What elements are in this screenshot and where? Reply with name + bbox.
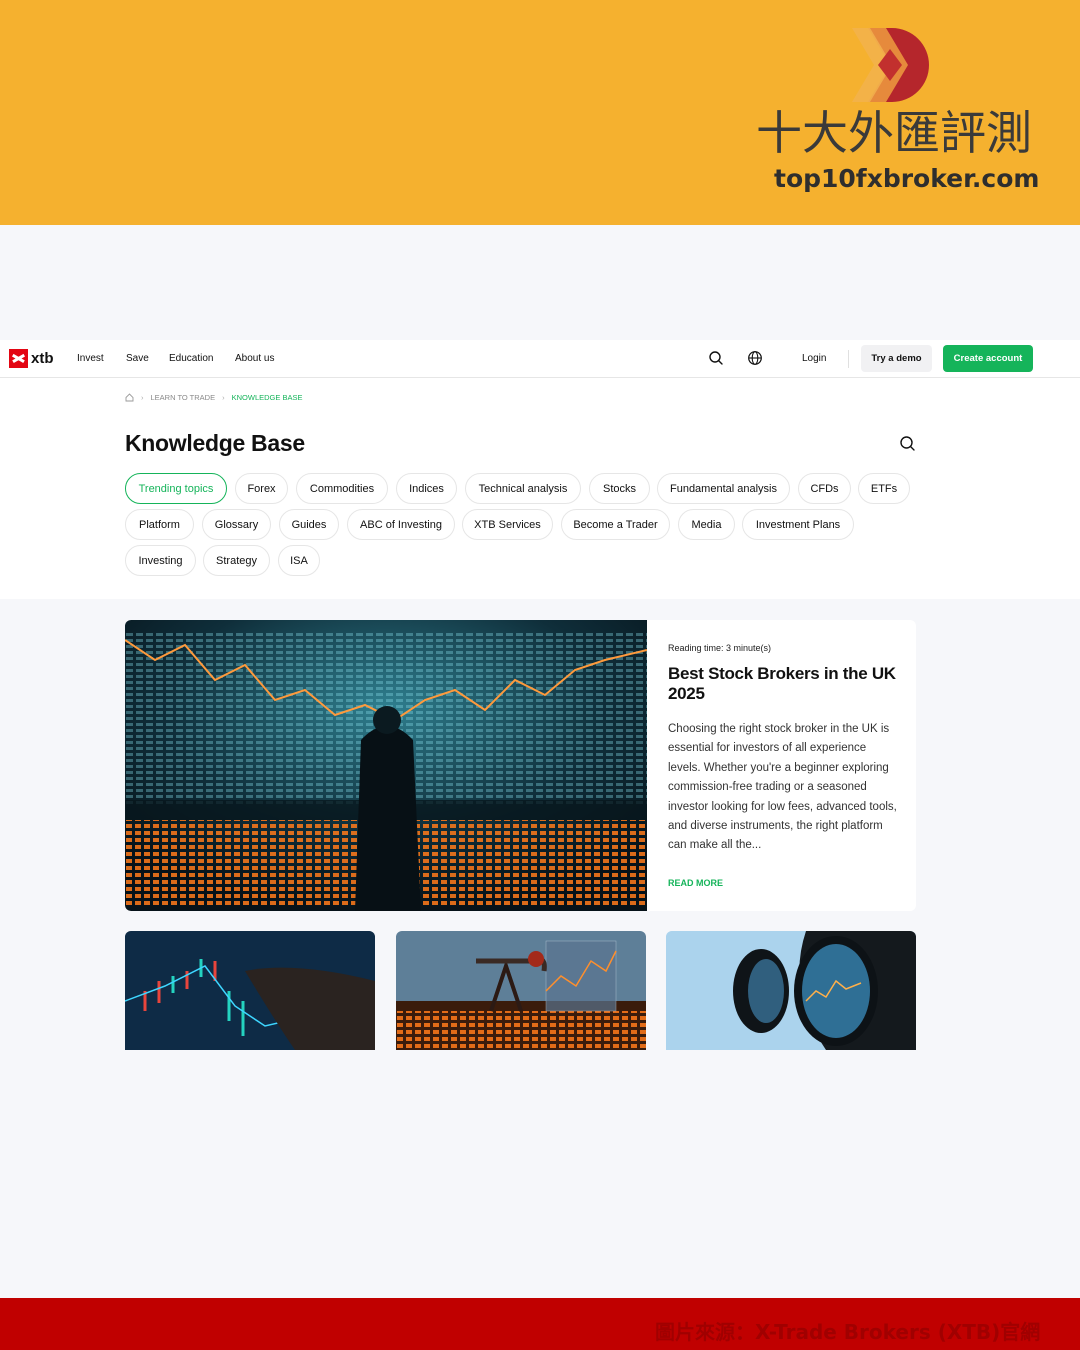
xtb-logo[interactable]: xtb <box>9 349 54 368</box>
home-icon[interactable] <box>125 393 134 402</box>
image-source-caption: 圖片來源：X-Trade Brokers (XTB)官網 <box>655 1320 1041 1344</box>
topic-chip[interactable]: XTB Services <box>462 509 553 540</box>
breadcrumb: › LEARN TO TRADE › KNOWLEDGE BASE <box>125 393 302 402</box>
topic-chip[interactable]: ABC of Investing <box>347 509 455 540</box>
topic-chip[interactable]: Investment Plans <box>742 509 854 540</box>
topic-chip[interactable]: CFDs <box>798 473 851 504</box>
article-thumbnail-chart-hand[interactable] <box>125 931 375 1050</box>
read-more-link[interactable]: READ MORE <box>668 878 723 888</box>
create-account-button[interactable]: Create account <box>943 345 1033 372</box>
brand-chinese-name: 十大外匯評測 <box>756 106 1032 160</box>
article-thumbnail-binoculars[interactable] <box>666 931 916 1050</box>
topic-chip[interactable]: ETFs <box>858 473 910 504</box>
nav-divider <box>848 350 849 368</box>
xtb-wordmark: xtb <box>31 350 54 367</box>
article-excerpt: Choosing the right stock broker in the U… <box>668 723 897 852</box>
brand-url: top10fxbroker.com <box>774 164 1040 193</box>
nav-invest[interactable]: Invest <box>77 353 104 364</box>
breadcrumb-chevron-icon: › <box>222 393 225 402</box>
page-title: Knowledge Base <box>125 430 305 456</box>
topic-chip[interactable]: Forex <box>235 473 288 504</box>
topic-chip[interactable]: Strategy <box>203 545 270 576</box>
article-title[interactable]: Best Stock Brokers in the UK 2025 <box>668 664 903 704</box>
login-link[interactable]: Login <box>802 353 826 364</box>
top-banner: 十大外匯評測 top10fxbroker.com <box>0 0 1080 225</box>
knowledge-base-header: › LEARN TO TRADE › KNOWLEDGE BASE Knowle… <box>0 378 1080 599</box>
brand-logo-icon <box>852 28 929 102</box>
reading-time: Reading time: 3 minute(s) <box>668 643 772 653</box>
topic-chip[interactable]: Fundamental analysis <box>657 473 790 504</box>
topic-chip[interactable]: Become a Trader <box>561 509 670 540</box>
topic-chip[interactable]: Investing <box>125 545 196 576</box>
search-icon[interactable] <box>899 435 916 452</box>
topic-chip-trending[interactable]: Trending topics <box>125 473 227 504</box>
search-icon[interactable] <box>708 350 724 366</box>
trading-floor-image <box>125 620 647 911</box>
featured-article-card[interactable]: Reading time: 3 minute(s) Best Stock Bro… <box>125 620 916 911</box>
topic-chip[interactable]: Platform <box>125 509 194 540</box>
topic-chip[interactable]: Guides <box>279 509 339 540</box>
breadcrumb-knowledge-base: KNOWLEDGE BASE <box>231 393 303 402</box>
try-demo-button[interactable]: Try a demo <box>861 345 932 372</box>
article-thumbnail-oil-pump[interactable] <box>396 931 646 1050</box>
nav-save[interactable]: Save <box>126 353 149 364</box>
topic-chip[interactable]: Stocks <box>589 473 650 504</box>
topic-chip[interactable]: ISA <box>278 545 320 576</box>
topic-chip[interactable]: Technical analysis <box>465 473 581 504</box>
topic-chip[interactable]: Indices <box>396 473 457 504</box>
xtb-logo-icon <box>9 349 28 368</box>
breadcrumb-chevron-icon: › <box>141 393 144 402</box>
topic-chip[interactable]: Glossary <box>202 509 271 540</box>
nav-about-us[interactable]: About us <box>235 353 274 364</box>
source-footer-bar: 圖片來源：X-Trade Brokers (XTB)官網 <box>0 1298 1080 1350</box>
breadcrumb-learn-to-trade[interactable]: LEARN TO TRADE <box>151 393 216 402</box>
nav-education[interactable]: Education <box>169 353 213 364</box>
topic-chip[interactable]: Commodities <box>296 473 388 504</box>
globe-icon[interactable] <box>747 350 763 366</box>
topic-chip[interactable]: Media <box>678 509 735 540</box>
top-navigation: xtb Invest Save Education About us Login… <box>0 340 1080 378</box>
